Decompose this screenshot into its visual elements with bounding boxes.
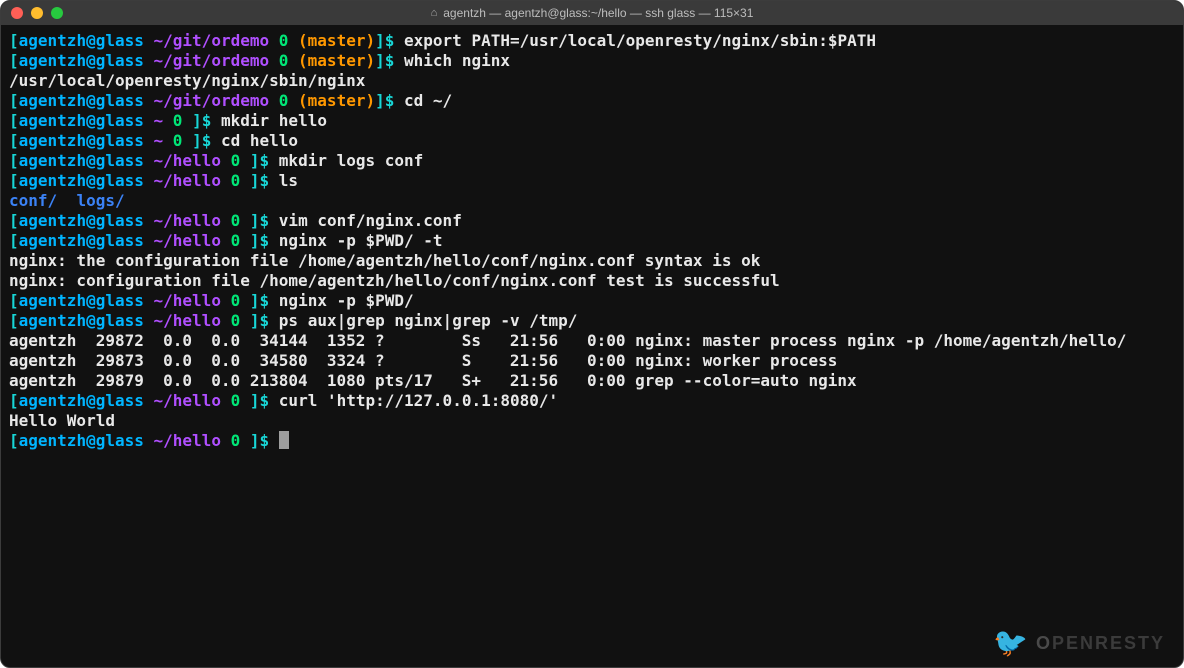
output-line: /usr/local/openresty/nginx/sbin/nginx bbox=[9, 71, 1175, 91]
watermark: 🐦 OPENRESTY bbox=[993, 629, 1165, 657]
prompt-sign: $ bbox=[385, 31, 395, 50]
bird-icon: 🐦 bbox=[993, 629, 1030, 657]
command: nginx -p $PWD/ bbox=[279, 291, 414, 310]
branch: (master) bbox=[298, 31, 375, 50]
prompt-line: [agentzh@glass ~/hello 0 ]$ bbox=[9, 431, 1175, 451]
user-host: agentzh@glass bbox=[19, 31, 144, 50]
prompt-line: [agentzh@glass ~ 0 ]$ mkdir hello bbox=[9, 111, 1175, 131]
command: mkdir logs conf bbox=[279, 151, 424, 170]
prompt-line: [agentzh@glass ~/hello 0 ]$ curl 'http:/… bbox=[9, 391, 1175, 411]
minimize-icon[interactable] bbox=[31, 7, 43, 19]
cwd: ~/git/ordemo bbox=[154, 31, 270, 50]
prompt-line: [agentzh@glass ~ 0 ]$ cd hello bbox=[9, 131, 1175, 151]
output-line: Hello World bbox=[9, 411, 1175, 431]
prompt-line: [agentzh@glass ~/git/ordemo 0 (master)]$… bbox=[9, 31, 1175, 51]
prompt-line: [agentzh@glass ~/hello 0 ]$ ps aux|grep … bbox=[9, 311, 1175, 331]
command: curl 'http://127.0.0.1:8080/' bbox=[279, 391, 558, 410]
home-icon: ⌂ bbox=[431, 7, 438, 19]
command: which nginx bbox=[404, 51, 510, 70]
exit-code: 0 bbox=[279, 31, 289, 50]
window-title: ⌂ agentzh — agentzh@glass:~/hello — ssh … bbox=[1, 6, 1183, 20]
command: ps aux|grep nginx|grep -v /tmp/ bbox=[279, 311, 578, 330]
prompt-line: [agentzh@glass ~/hello 0 ]$ nginx -p $PW… bbox=[9, 231, 1175, 251]
output-line: nginx: the configuration file /home/agen… bbox=[9, 251, 1175, 271]
terminal-window: ⌂ agentzh — agentzh@glass:~/hello — ssh … bbox=[0, 0, 1184, 668]
dir-entry: logs/ bbox=[76, 191, 124, 210]
close-icon[interactable] bbox=[11, 7, 23, 19]
window-title-text: agentzh — agentzh@glass:~/hello — ssh gl… bbox=[443, 6, 753, 20]
command: cd hello bbox=[221, 131, 298, 150]
output-line: agentzh 29879 0.0 0.0 213804 1080 pts/17… bbox=[9, 371, 1175, 391]
prompt-line: [agentzh@glass ~/git/ordemo 0 (master)]$… bbox=[9, 51, 1175, 71]
dir-entry: conf/ bbox=[9, 191, 57, 210]
prompt-line: [agentzh@glass ~/git/ordemo 0 (master)]$… bbox=[9, 91, 1175, 111]
command: nginx -p $PWD/ -t bbox=[279, 231, 443, 250]
prompt-line: [agentzh@glass ~/hello 0 ]$ vim conf/ngi… bbox=[9, 211, 1175, 231]
output-line: nginx: configuration file /home/agentzh/… bbox=[9, 271, 1175, 291]
terminal-body[interactable]: [agentzh@glass ~/git/ordemo 0 (master)]$… bbox=[1, 25, 1183, 459]
command: cd ~/ bbox=[404, 91, 452, 110]
output-line: agentzh 29873 0.0 0.0 34580 3324 ? S 21:… bbox=[9, 351, 1175, 371]
traffic-lights bbox=[11, 7, 63, 19]
titlebar: ⌂ agentzh — agentzh@glass:~/hello — ssh … bbox=[1, 1, 1183, 25]
bracket: [ bbox=[9, 31, 19, 50]
prompt-line: [agentzh@glass ~/hello 0 ]$ mkdir logs c… bbox=[9, 151, 1175, 171]
prompt-line: [agentzh@glass ~/hello 0 ]$ nginx -p $PW… bbox=[9, 291, 1175, 311]
command: mkdir hello bbox=[221, 111, 327, 130]
output-line: conf/ logs/ bbox=[9, 191, 1175, 211]
bracket: ] bbox=[375, 31, 385, 50]
command: ls bbox=[279, 171, 298, 190]
cursor[interactable] bbox=[279, 431, 289, 449]
prompt-line: [agentzh@glass ~/hello 0 ]$ ls bbox=[9, 171, 1175, 191]
output-line: agentzh 29872 0.0 0.0 34144 1352 ? Ss 21… bbox=[9, 331, 1175, 351]
maximize-icon[interactable] bbox=[51, 7, 63, 19]
command: vim conf/nginx.conf bbox=[279, 211, 462, 230]
watermark-text: OPENRESTY bbox=[1036, 633, 1165, 654]
command: export PATH=/usr/local/openresty/nginx/s… bbox=[404, 31, 876, 50]
